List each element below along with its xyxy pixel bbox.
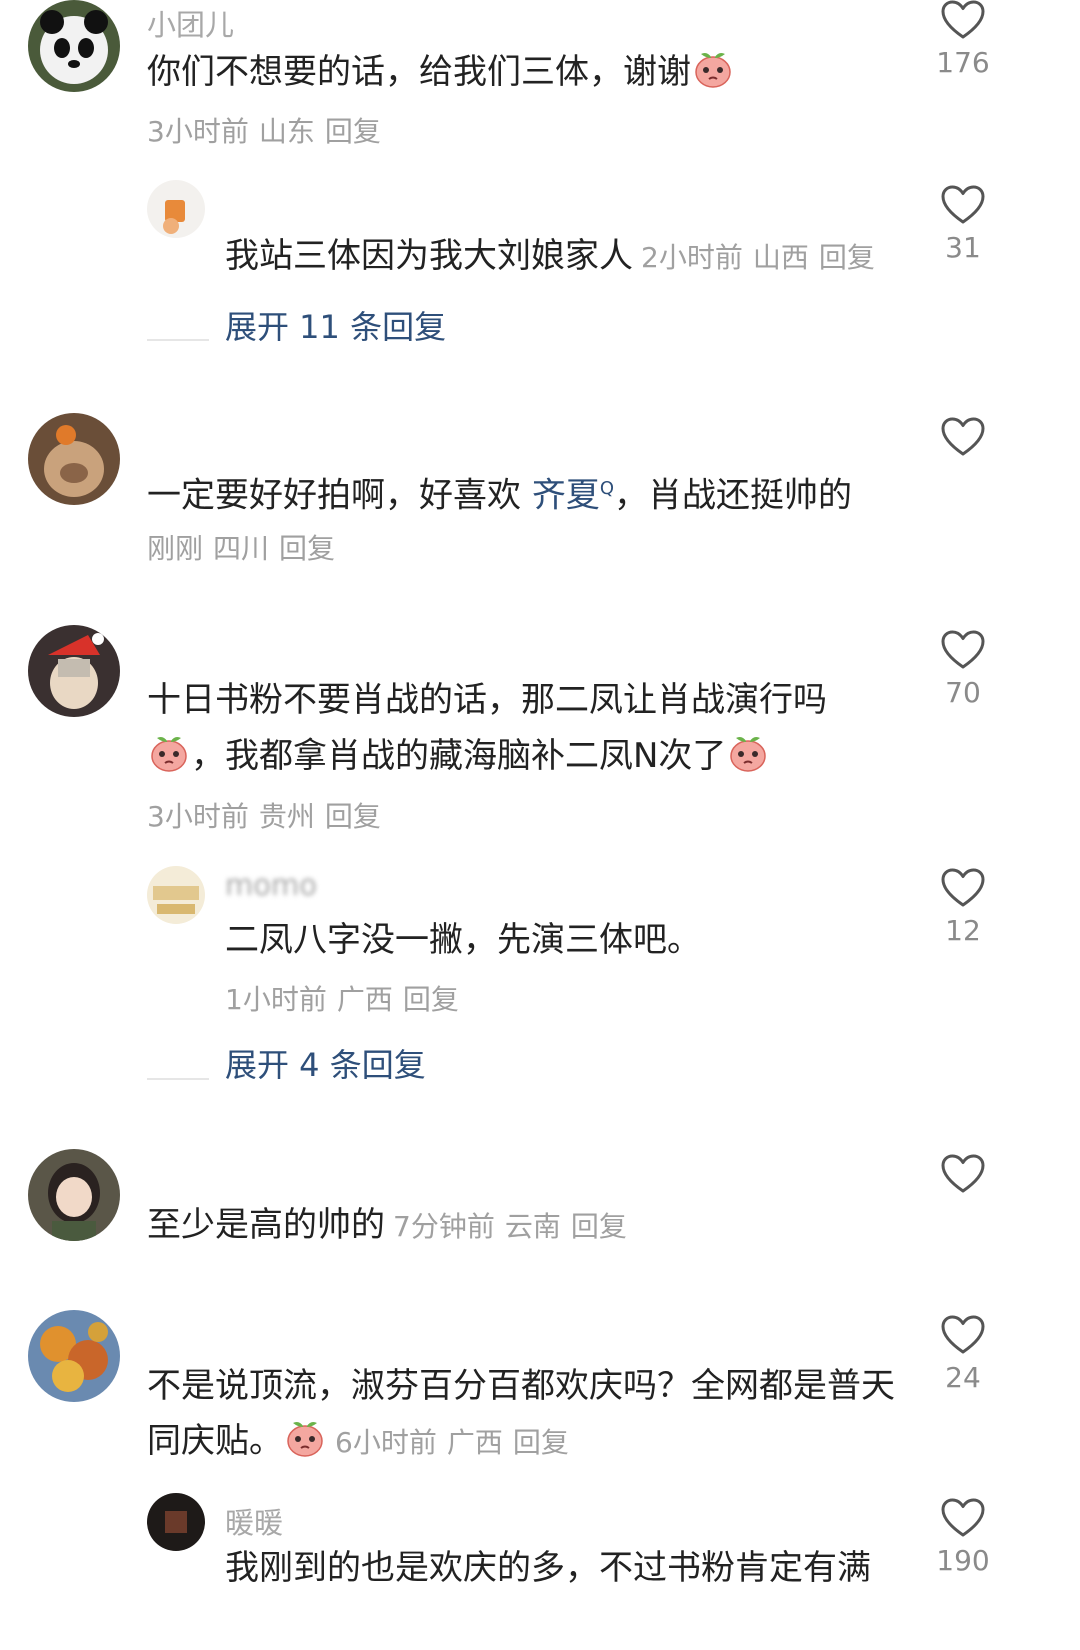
timestamp: 刚刚: [147, 532, 204, 565]
like-button[interactable]: [908, 1154, 1018, 1234]
like-count: 176: [936, 46, 990, 79]
expand-replies-button[interactable]: 展开 11 条回复: [225, 302, 446, 348]
reply-button[interactable]: 回复: [325, 800, 381, 833]
heart-outline-icon: [941, 185, 985, 225]
avatar[interactable]: [28, 1310, 120, 1402]
peach-emoji-icon: [693, 49, 733, 89]
comment-text: 至少是高的帅的 7分钟前 云南 回复: [147, 1205, 627, 1245]
like-button[interactable]: 31: [908, 185, 1018, 265]
heart-outline-icon: [941, 1154, 985, 1194]
reply-button[interactable]: 回复: [819, 241, 875, 274]
timestamp: 1小时前: [225, 983, 327, 1016]
timestamp: 6小时前: [335, 1426, 437, 1459]
reply-text: 我刚到的也是欢庆的多，不过书粉肯定有满: [225, 1548, 871, 1588]
like-count: [908, 1200, 1018, 1234]
heart-outline-icon: [941, 1498, 985, 1538]
timestamp: 3小时前: [147, 800, 249, 833]
comment-meta: 1小时前 广西 回复: [225, 978, 469, 1018]
timestamp: 2小时前: [641, 241, 743, 274]
divider: [147, 1078, 209, 1080]
peach-emoji-icon: [285, 1418, 325, 1458]
like-count: 24: [945, 1361, 981, 1394]
like-button[interactable]: 70: [908, 630, 1018, 710]
heart-outline-icon: [941, 868, 985, 908]
like-button[interactable]: [908, 417, 1018, 497]
comment-meta: 3小时前 贵州 回复: [147, 795, 391, 835]
location: 四川: [213, 532, 270, 565]
reply-button[interactable]: 回复: [325, 115, 381, 148]
avatar[interactable]: [28, 625, 120, 717]
avatar-reply[interactable]: [147, 180, 205, 238]
username[interactable]: momo: [225, 868, 317, 902]
avatar[interactable]: [28, 413, 120, 505]
location: 山东: [258, 115, 315, 148]
location: 贵州: [258, 800, 315, 833]
expand-replies-button[interactable]: 展开 4 条回复: [225, 1040, 426, 1086]
location: 广西: [446, 1426, 503, 1459]
peach-crying-emoji-icon: [728, 733, 768, 773]
timestamp: 7分钟前: [393, 1210, 495, 1243]
location: 广西: [336, 983, 393, 1016]
comment-meta: 3小时前 山东 回复: [147, 110, 391, 150]
comment-text-line2: 同庆贴。 6小时前 广西 回复: [147, 1413, 579, 1471]
like-count: 190: [936, 1544, 990, 1577]
peach-emoji-icon: [149, 733, 189, 773]
avatar-reply[interactable]: [147, 1493, 205, 1551]
avatar-panda[interactable]: [28, 0, 120, 92]
like-button[interactable]: 190: [908, 1498, 1018, 1578]
username[interactable]: 小团儿: [147, 2, 234, 44]
comment-text: 不是说顶流，淑芬百分百都欢庆吗？全网都是普天: [147, 1366, 895, 1406]
like-count: 70: [945, 676, 981, 709]
avatar[interactable]: [28, 1149, 120, 1241]
reply-text: 二凤八字没一撇，先演三体吧。: [225, 920, 701, 960]
reply-button[interactable]: 回复: [571, 1210, 627, 1243]
search-icon[interactable]: Q: [600, 478, 614, 499]
comment-text: 你们不想要的话，给我们三体，谢谢: [147, 44, 735, 101]
heart-outline-icon: [941, 0, 985, 40]
location: 云南: [504, 1210, 561, 1243]
reply-button[interactable]: 回复: [513, 1426, 569, 1459]
timestamp: 3小时前: [147, 115, 249, 148]
avatar-reply[interactable]: [147, 866, 205, 924]
comment-meta: 刚刚 四川 回复: [147, 527, 345, 567]
comment-text: 一定要好好拍啊，好喜欢 齐夏Q，肖战还挺帅的: [147, 475, 852, 516]
like-count: 31: [945, 231, 981, 264]
reply-text: 我站三体因为我大刘娘家人 2小时前 山西 回复: [225, 236, 875, 276]
heart-outline-icon: [941, 1315, 985, 1355]
comment-text-line2: ，我都拿肖战的藏海脑补二凤N次了: [147, 728, 770, 785]
search-link[interactable]: 齐夏: [532, 475, 600, 515]
like-count: 12: [945, 914, 981, 947]
location: 山西: [752, 241, 809, 274]
reply-button[interactable]: 回复: [403, 983, 459, 1016]
like-count: [908, 463, 1018, 497]
reply-button[interactable]: 回复: [279, 532, 335, 565]
like-button[interactable]: 12: [908, 868, 1018, 948]
like-button[interactable]: 176: [908, 0, 1018, 80]
divider: [147, 339, 209, 341]
username[interactable]: 暖暖: [225, 1500, 283, 1542]
heart-outline-icon: [941, 417, 985, 457]
like-button[interactable]: 24: [908, 1315, 1018, 1395]
comment-text: 十日书粉不要肖战的话，那二凤让肖战演行吗: [147, 680, 827, 720]
heart-outline-icon: [941, 630, 985, 670]
